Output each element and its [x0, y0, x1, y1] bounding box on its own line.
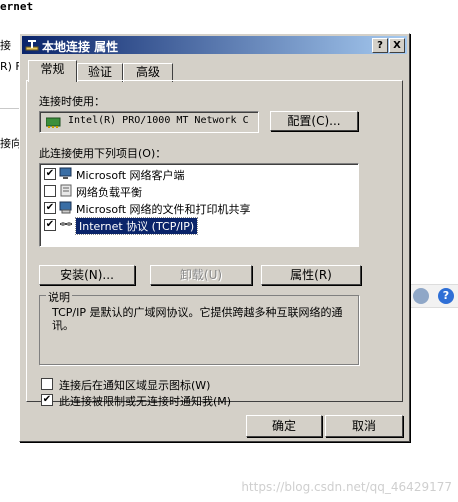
item-label: 网络负载平衡 [76, 186, 142, 199]
network-printer-icon[interactable] [413, 288, 429, 304]
item-label: Microsoft 网络的文件和打印机共享 [76, 203, 251, 216]
adapter-field: Intel(R) PRO/1000 MT Network C [39, 111, 259, 133]
adapter-name: Intel(R) PRO/1000 MT Network C [68, 115, 249, 126]
notify-checkbox[interactable]: ✔ [41, 394, 53, 406]
show-icon-label: 连接后在通知区域显示图标(W) [59, 379, 211, 392]
description-group: 说明 TCP/IP 是默认的广域网协议。它提供跨越多种互联网络的通讯。 [39, 289, 359, 365]
network-adapter-icon [46, 117, 61, 128]
background-window-title: ernet [0, 0, 34, 13]
configure-button[interactable]: 配置(C)... [270, 111, 358, 131]
description-text: TCP/IP 是默认的广域网协议。它提供跨越多种互联网络的通讯。 [52, 306, 343, 332]
show-icon-checkbox[interactable] [41, 378, 53, 390]
protocol-icon [60, 222, 72, 226]
background-text-fragment: 接 [0, 39, 11, 52]
help-button[interactable]: ? [372, 38, 388, 53]
item-checkbox[interactable]: ✔ [44, 168, 56, 180]
network-connection-icon [25, 40, 39, 51]
help-icon[interactable]: ? [438, 288, 454, 304]
file-printer-share-icon [59, 201, 72, 214]
cancel-button[interactable]: 取消 [325, 415, 403, 437]
items-label: 此连接使用下列项目(O)： [39, 147, 167, 160]
background-toolbar-strip: ? [408, 284, 458, 308]
item-label: Microsoft 网络客户端 [76, 169, 185, 182]
item-checkbox[interactable]: ✔ [44, 202, 56, 214]
ok-button[interactable]: 确定 [246, 415, 322, 437]
install-button[interactable]: 安装(N)... [39, 265, 135, 285]
connect-using-label: 连接时使用： [39, 95, 105, 108]
network-client-icon [59, 167, 72, 179]
uninstall-button: 卸载(U) [150, 265, 252, 285]
tab-general[interactable]: 常规 [28, 60, 77, 82]
watermark: https://blog.csdn.net/qq_46429177 [241, 480, 452, 494]
close-button[interactable]: X [389, 38, 405, 53]
description-label: 说明 [46, 289, 72, 305]
item-checkbox[interactable]: ✔ [44, 219, 56, 231]
notify-label: 此连接被限制或无连接时通知我(M) [59, 395, 232, 408]
tab-panel-general: 连接时使用： Intel(R) PRO/1000 MT Network C 配置… [26, 80, 403, 408]
properties-button[interactable]: 属性(R) [261, 265, 361, 285]
load-balance-icon [60, 184, 72, 197]
item-label: Internet 协议 (TCP/IP) [74, 217, 199, 235]
dialog-titlebar: 本地连接 属性 ? X [22, 36, 407, 54]
components-list[interactable]: ✔ Microsoft 网络客户端 网络负载平衡 ✔ Microsoft 网络的… [39, 163, 359, 247]
properties-dialog: 本地连接 属性 ? X 常规 验证 高级 连接时使用： Intel(R) PRO… [19, 33, 410, 442]
item-checkbox[interactable] [44, 185, 56, 197]
dialog-title: 本地连接 属性 [42, 40, 119, 54]
